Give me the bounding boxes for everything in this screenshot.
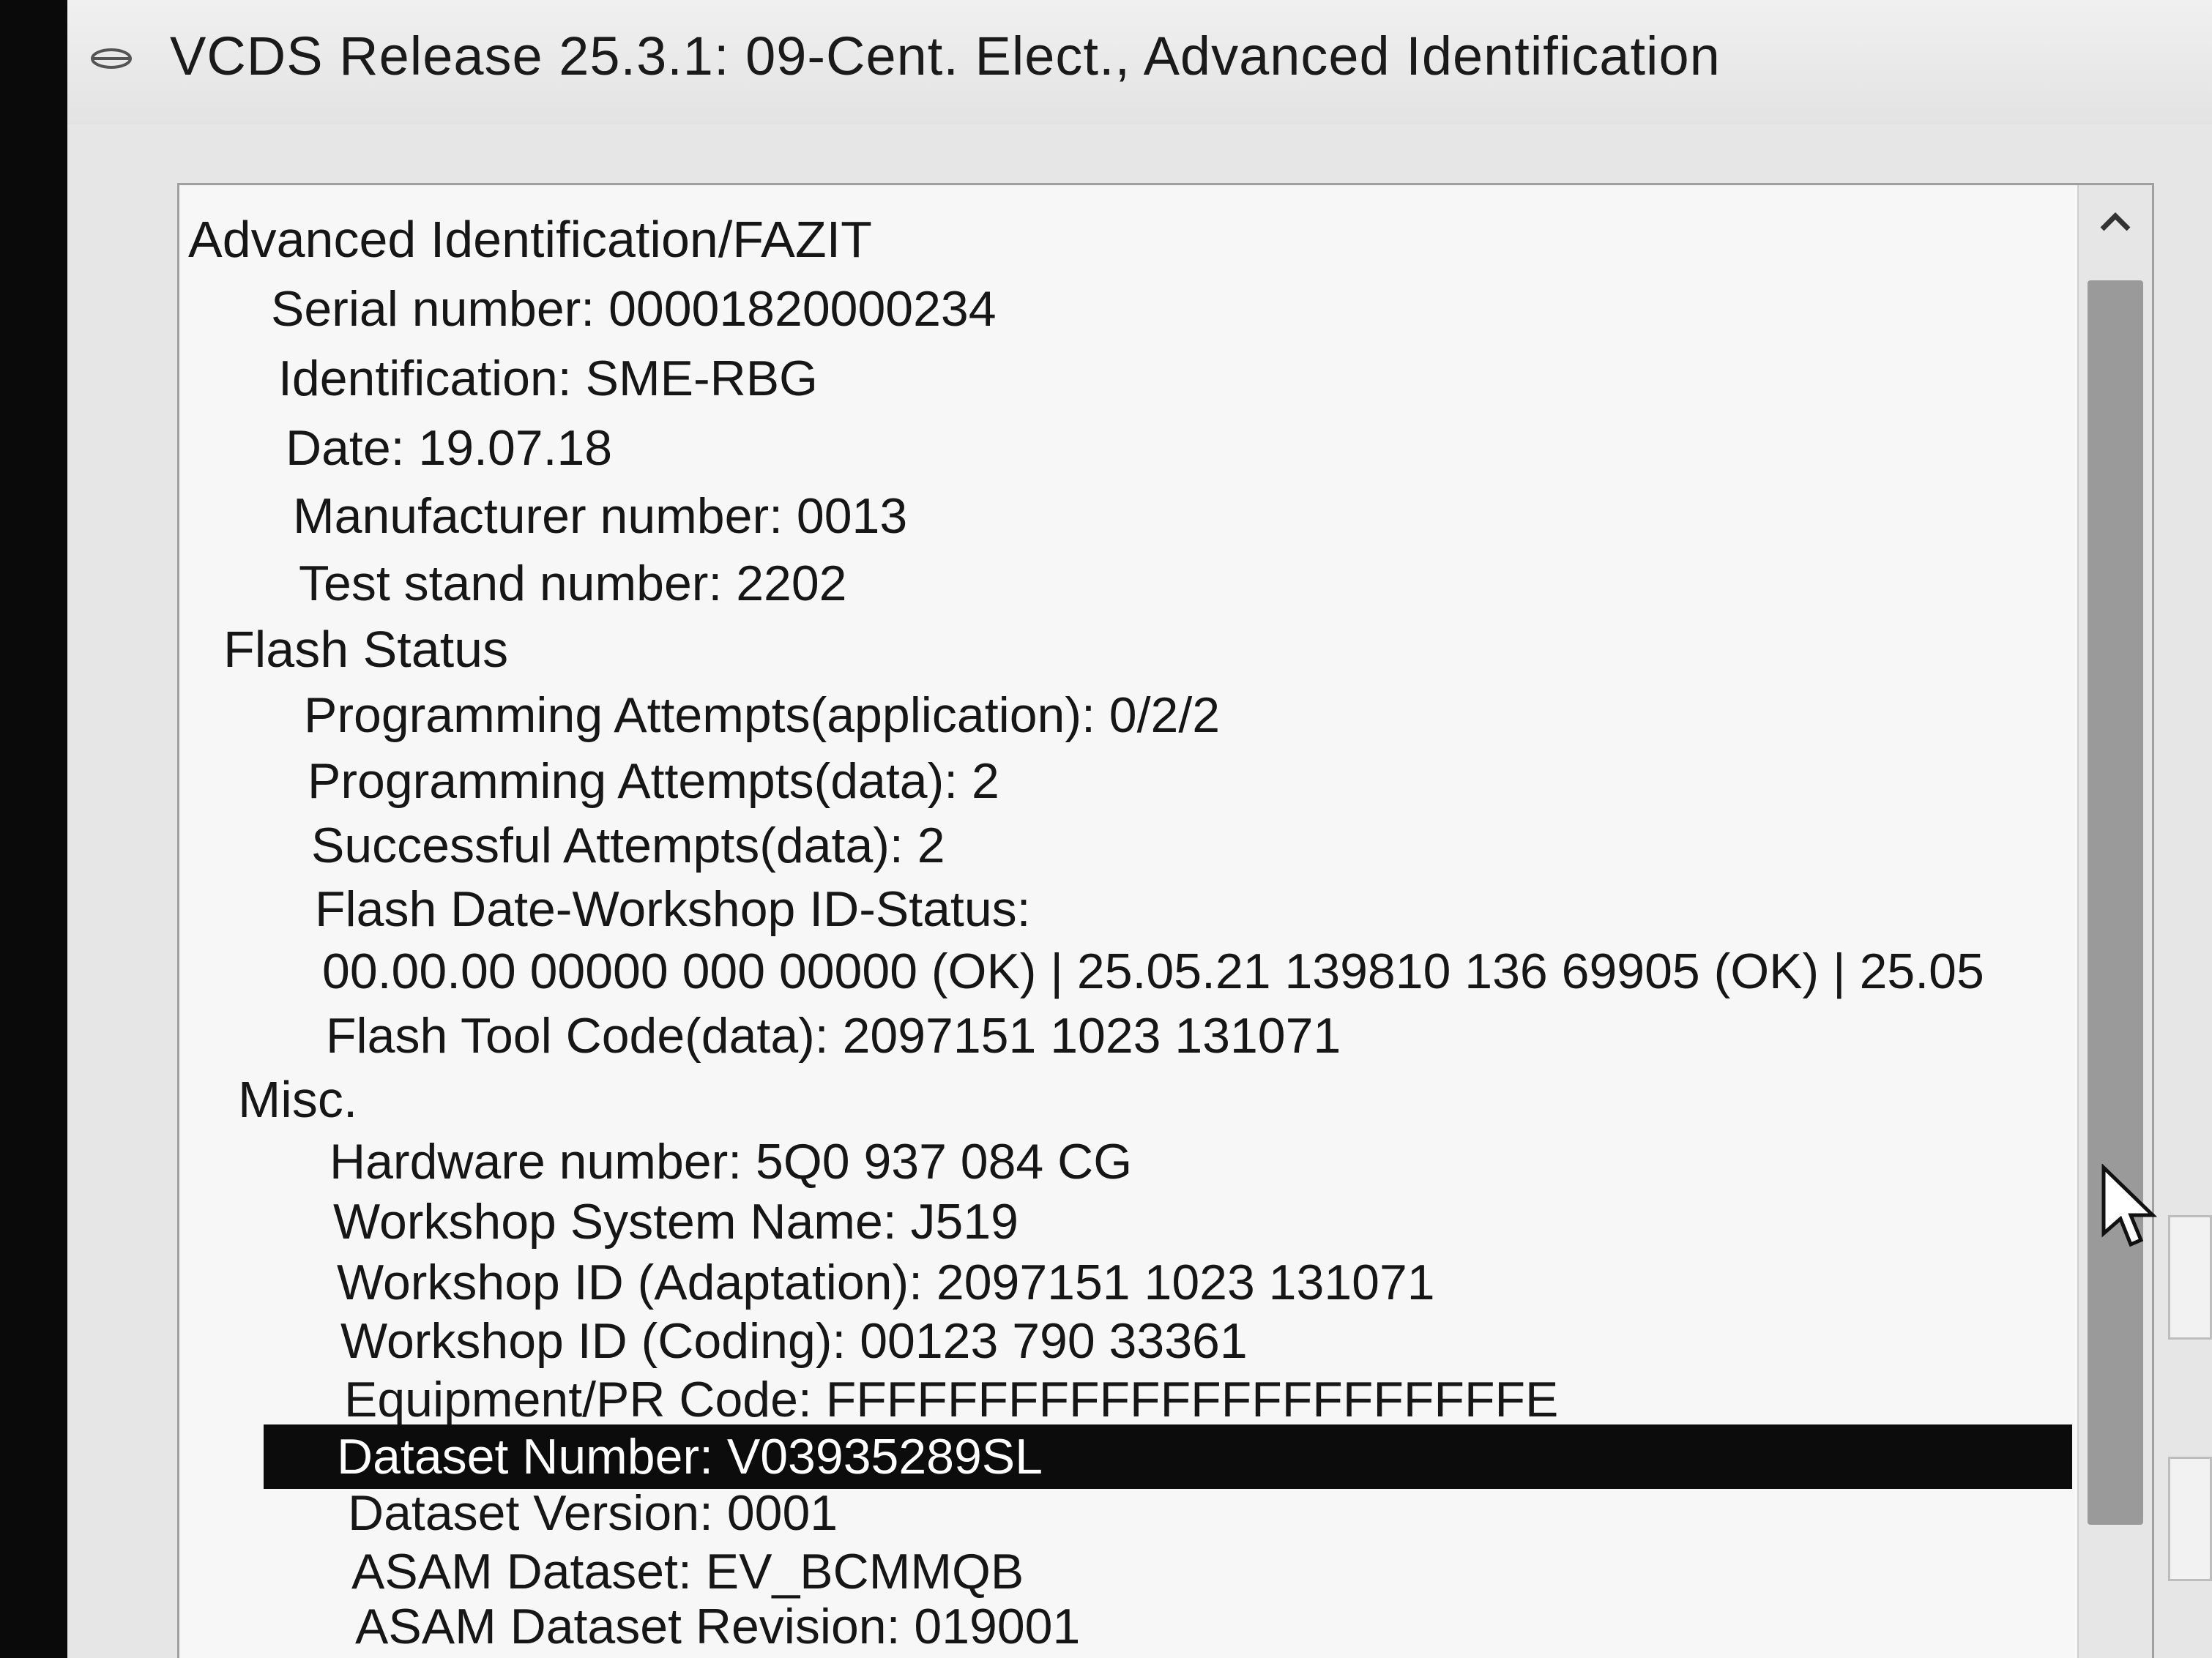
- list-item[interactable]: Test stand number: 2202: [299, 551, 2152, 616]
- list-item-text: Workshop ID (Coding): 00123 790 33361: [340, 1313, 1248, 1369]
- list-item-text: Misc.: [238, 1071, 358, 1128]
- list-item[interactable]: Date: 19.07.18: [286, 416, 2152, 480]
- title-bar[interactable]: VCDS Release 25.3.1: 09-Cent. Elect., Ad…: [67, 0, 2212, 124]
- list-item-text: Flash Tool Code(data): 2097151 1023 1310…: [326, 1008, 1341, 1064]
- vcds-cable-icon: [91, 48, 132, 69]
- list-item[interactable]: Serial number: 00001820000234: [271, 277, 2152, 341]
- list-item[interactable]: Workshop ID (Adaptation): 2097151 1023 1…: [337, 1250, 2152, 1315]
- list-item-text: Programming Attempts(application): 0/2/2: [304, 687, 1221, 743]
- window-body: Advanced Identification/FAZIT Serial numb…: [67, 124, 2212, 1658]
- list-item-text: Dataset Number: V03935289SL: [337, 1429, 1043, 1485]
- list-item-text: Equipment/PR Code: FFFFFFFFFFFFFFFFFFFFF…: [344, 1372, 1559, 1427]
- list-item-text: Successful Attempts(data): 2: [311, 818, 945, 873]
- list-item-text: Hardware number: 5Q0 937 084 CG: [329, 1134, 1133, 1190]
- list-item-text: Workshop ID (Adaptation): 2097151 1023 1…: [337, 1255, 1435, 1310]
- app-window: VCDS Release 25.3.1: 09-Cent. Elect., Ad…: [67, 0, 2212, 1658]
- list-item[interactable]: Manufacturer number: 0013: [293, 484, 2152, 548]
- list-item-text: Manufacturer number: 0013: [293, 488, 908, 544]
- list-item-text: Test stand number: 2202: [299, 556, 847, 611]
- list-item-text: Identification: SME-RBG: [278, 351, 818, 406]
- list-item-text: Advanced Identification/FAZIT: [188, 211, 872, 268]
- list-item-text: Workshop System Name: J519: [333, 1194, 1019, 1250]
- list-item-selected[interactable]: Dataset Number: V03935289SL: [264, 1424, 2072, 1489]
- identification-list[interactable]: Advanced Identification/FAZIT Serial numb…: [177, 183, 2154, 1658]
- list-item[interactable]: Dataset Version: 0001: [348, 1481, 2152, 1545]
- list-item[interactable]: 00.00.00 00000 000 00000 (OK) | 25.05.21…: [322, 939, 2152, 1004]
- list-item[interactable]: ASAM Dataset Revision: 019001: [355, 1594, 2152, 1658]
- list-item[interactable]: Programming Attempts(application): 0/2/2: [304, 683, 2152, 747]
- list-item[interactable]: Hardware number: 5Q0 937 084 CG: [329, 1129, 2152, 1194]
- list-item[interactable]: Identification: SME-RBG: [278, 346, 2152, 411]
- list-item[interactable]: Workshop ID (Coding): 00123 790 33361: [340, 1309, 2152, 1373]
- list-item[interactable]: Successful Attempts(data): 2: [311, 813, 2152, 878]
- list-item-text: ASAM Dataset Revision: 019001: [355, 1599, 1081, 1654]
- list-item[interactable]: Workshop System Name: J519: [333, 1190, 2152, 1254]
- list-item[interactable]: Programming Attempts(data): 2: [308, 749, 2152, 813]
- list-item-text: Flash Status: [223, 621, 509, 678]
- list-item-text: Programming Attempts(data): 2: [308, 753, 999, 809]
- list-item-text: Date: 19.07.18: [286, 420, 613, 476]
- list-item-text: Serial number: 00001820000234: [271, 281, 997, 337]
- list-section-header[interactable]: Flash Status: [223, 617, 2152, 682]
- list-item[interactable]: Equipment/PR Code: FFFFFFFFFFFFFFFFFFFFF…: [344, 1367, 2152, 1432]
- list-item[interactable]: Flash Date-Workshop ID-Status:: [315, 877, 2152, 941]
- list-section-header[interactable]: Misc.: [238, 1067, 2152, 1132]
- list-section-header[interactable]: Advanced Identification/FAZIT: [188, 207, 2121, 272]
- side-button-upper[interactable]: [2168, 1215, 2212, 1340]
- mouse-pointer-icon: [2101, 1164, 2158, 1247]
- list-item-text: Flash Date-Workshop ID-Status:: [315, 881, 1031, 937]
- list-item[interactable]: Flash Tool Code(data): 2097151 1023 1310…: [326, 1004, 2152, 1068]
- list-item-text: Dataset Version: 0001: [348, 1485, 838, 1541]
- side-button-lower[interactable]: [2168, 1457, 2212, 1581]
- window-title: VCDS Release 25.3.1: 09-Cent. Elect., Ad…: [170, 26, 1721, 86]
- list-item-text: 00.00.00 00000 000 00000 (OK) | 25.05.21…: [322, 944, 1984, 999]
